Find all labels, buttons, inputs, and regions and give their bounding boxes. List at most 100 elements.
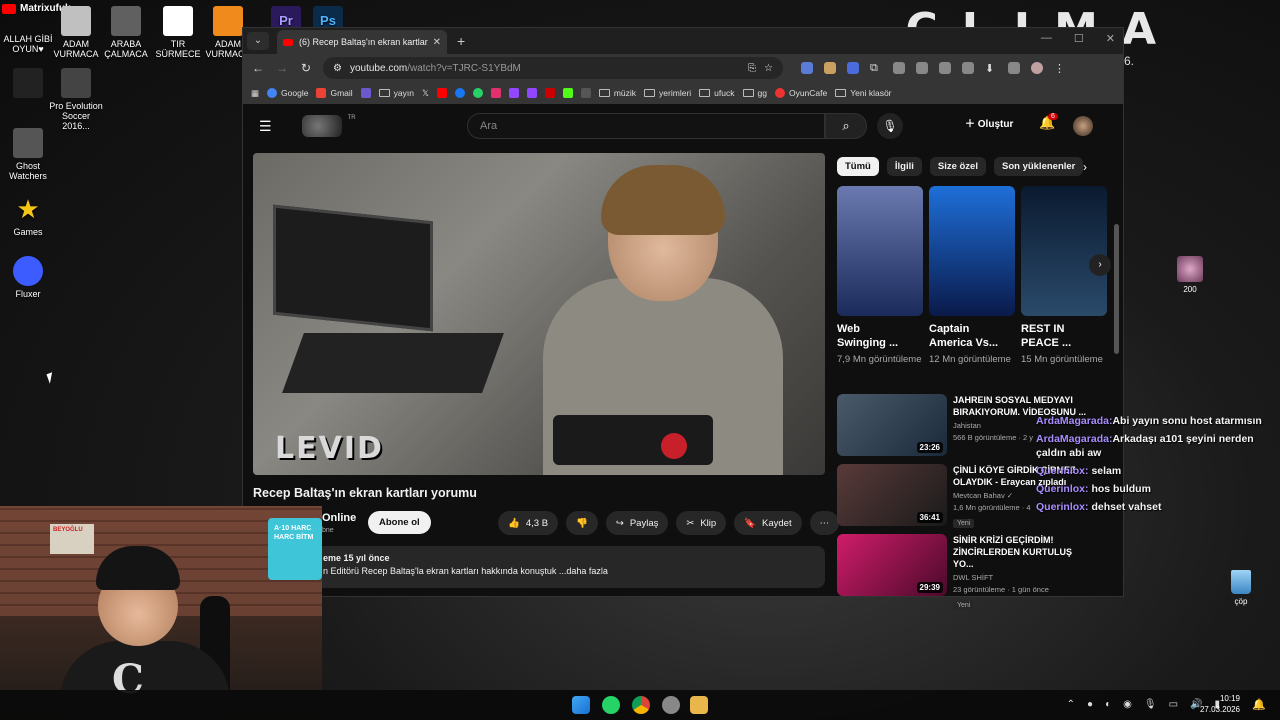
bookmark-facebook[interactable] <box>454 88 465 98</box>
desktop-icon-adam-vurmaca[interactable]: ADAM VURMACA <box>48 6 104 59</box>
chip-all[interactable]: Tümü <box>837 157 879 176</box>
desktop-icon-fluxer[interactable]: Fluxer <box>0 256 56 299</box>
close-tab-icon[interactable]: ✕ <box>433 37 441 48</box>
bookmark-star-icon[interactable]: ☆ <box>764 63 773 74</box>
short-item[interactable]: Web Swinging ... 7,9 Mn görüntüleme <box>837 186 923 366</box>
back-icon[interactable]: ← <box>251 61 265 75</box>
extension-icon[interactable] <box>847 62 859 74</box>
bookmark-muzik[interactable]: müzik <box>598 88 636 98</box>
more-menu-icon[interactable]: ⋮ <box>1054 62 1066 75</box>
dislike-button[interactable]: 👎 <box>566 511 598 535</box>
new-tab-button[interactable]: + <box>457 33 465 49</box>
split-view-icon[interactable] <box>962 62 974 74</box>
save-button[interactable]: 🔖 Kaydet <box>734 511 802 535</box>
desktop-icon-araba-calmaca[interactable]: ARABA ÇALMACA <box>98 6 154 59</box>
windows-start-icon[interactable] <box>572 696 590 714</box>
video-player[interactable]: LEVID <box>253 153 825 475</box>
bookmark-google[interactable]: Google <box>267 88 308 98</box>
tray-app-icon[interactable]: ◐ <box>1105 699 1111 710</box>
bookmark-misc[interactable] <box>360 88 371 98</box>
bookmark-misc-2[interactable] <box>508 88 519 98</box>
bookmarks-icon[interactable] <box>916 62 928 74</box>
more-actions-button[interactable]: ⋯ <box>809 511 840 535</box>
site-info-icon[interactable]: ⚙ <box>333 63 342 74</box>
rec-meta: 23 görüntüleme · 1 gün önce <box>953 585 1049 594</box>
youtube-logo[interactable] <box>301 115 342 137</box>
clip-button[interactable]: ✂ Klip <box>676 511 727 535</box>
desktop-icon-200[interactable]: 200 <box>1176 256 1204 294</box>
bookmark-instagram[interactable] <box>490 88 501 98</box>
channel-name[interactable]: Online <box>322 512 356 524</box>
bookmark-x[interactable]: 𝕏 <box>422 88 429 99</box>
page-scrollbar[interactable] <box>1114 224 1119 354</box>
desktop-icon-games[interactable]: ★ Games <box>0 194 56 237</box>
bookmark-oyuncafe[interactable]: OyunCafe <box>774 88 827 98</box>
bookmark-gg[interactable]: gg <box>742 88 767 98</box>
profile-icon[interactable] <box>1031 62 1043 74</box>
apps-grid-icon[interactable]: ▦ <box>251 88 259 99</box>
bookmark-misc-3[interactable] <box>544 88 555 98</box>
browser-tab-youtube[interactable]: (6) Recep Baltaş'ın ekran kartlar ✕ <box>277 30 447 54</box>
share-button[interactable]: ↪ Paylaş <box>605 511 669 535</box>
chrome-icon[interactable] <box>632 696 650 714</box>
discord-icon[interactable]: ◉ <box>1123 699 1132 710</box>
bookmark-yayin[interactable]: yayın <box>378 88 414 98</box>
network-icon[interactable]: ▭ <box>1169 699 1178 710</box>
close-window-icon[interactable]: ✕ <box>1106 32 1115 45</box>
puzzle-icon[interactable]: ⧉ <box>870 62 882 74</box>
install-app-icon[interactable]: ⎘ <box>748 63 756 74</box>
avatar[interactable] <box>1073 116 1093 136</box>
app-icon[interactable] <box>662 696 680 714</box>
youtube-page: ☰ TR Ara ⌕ 🎙 ＋ Oluştur 🔔 6 LEVID Recep B… <box>243 106 1123 610</box>
microphone-icon[interactable]: 🎙 <box>1144 699 1157 710</box>
extension-icon[interactable] <box>801 62 813 74</box>
list-item[interactable]: 29:39 SİNİR KRİZİ GEÇİRDİM! ZİNCİRLERDEN… <box>837 534 1089 610</box>
notification-center-icon[interactable]: 🔔 <box>1252 698 1266 711</box>
minimize-icon[interactable]: — <box>1041 32 1052 45</box>
bookmark-whatsapp[interactable] <box>472 88 483 98</box>
url-input[interactable]: ⚙ youtube.com/watch?v=TJRC-S1YBdM ⎘ ☆ <box>323 57 783 79</box>
chevron-up-icon[interactable]: ⌃ <box>1067 699 1075 710</box>
microphone-icon[interactable]: 🎙 <box>877 113 903 139</box>
short-item[interactable]: REST IN PEACE ... 15 Mn görüntüleme <box>1021 186 1107 366</box>
desktop-icon-pes-2016[interactable]: Pro Evolution Soccer 2016... <box>48 68 104 131</box>
bookmark-twitch[interactable] <box>526 88 537 98</box>
menu-icon[interactable]: ☰ <box>259 118 272 135</box>
search-icon[interactable]: ⌕ <box>825 113 867 139</box>
like-button[interactable]: 👍 4,3 B <box>498 511 559 535</box>
chip-for-you[interactable]: Size özel <box>929 157 986 176</box>
forward-icon[interactable]: → <box>275 61 289 75</box>
search-input[interactable]: Ara <box>467 113 825 139</box>
tab-search-button[interactable]: ⌄ <box>247 32 269 50</box>
download-icon[interactable]: ⬇ <box>985 62 997 75</box>
short-views: 12 Mn görüntüleme <box>929 354 1011 365</box>
bookmark-ufuck[interactable]: ufuck <box>699 88 735 98</box>
bookmark-youtube[interactable] <box>436 88 447 98</box>
desktop-icon-tir-surmece[interactable]: TIR SÜRMECE <box>150 6 206 59</box>
bookmark-gmail[interactable]: Gmail <box>316 88 353 98</box>
bookmark-yeni-klasor[interactable]: Yeni klasör <box>835 88 892 98</box>
reading-list-icon[interactable] <box>1008 62 1020 74</box>
video-description[interactable]: eme 15 yıl önce n Editörü Recep Baltaş'l… <box>253 546 825 588</box>
extension-icon[interactable] <box>893 62 905 74</box>
create-button[interactable]: ＋ Oluştur <box>965 115 1013 130</box>
bookmark-misc-4[interactable] <box>580 88 591 98</box>
tab-groups-icon[interactable] <box>939 62 951 74</box>
shorts-next-icon[interactable]: › <box>1089 254 1111 276</box>
tray-app-icon[interactable]: ● <box>1087 699 1093 710</box>
chip-recent[interactable]: Son yüklenenler <box>993 157 1084 176</box>
whatsapp-icon[interactable] <box>602 696 620 714</box>
bookmark-kick[interactable] <box>562 88 573 98</box>
file-explorer-icon[interactable] <box>690 696 708 714</box>
extension-icon[interactable] <box>824 62 836 74</box>
desktop-icon-ghost-watchers[interactable]: Ghost Watchers <box>0 128 56 181</box>
bookmark-yerimleri[interactable]: yerimleri <box>644 88 691 98</box>
maximize-icon[interactable]: ☐ <box>1074 32 1084 45</box>
reload-icon[interactable]: ↻ <box>299 61 313 75</box>
chevron-right-icon[interactable]: › <box>1083 160 1087 174</box>
taskbar-clock[interactable]: 10:19 27.03.2026 <box>1200 693 1240 715</box>
desktop-icon-recycle-bin[interactable]: çöp <box>1226 570 1256 606</box>
chip-related[interactable]: İlgili <box>886 157 922 176</box>
subscribe-button[interactable]: Abone ol <box>368 511 431 534</box>
short-item[interactable]: Captain America Vs... 12 Mn görüntüleme <box>929 186 1015 366</box>
